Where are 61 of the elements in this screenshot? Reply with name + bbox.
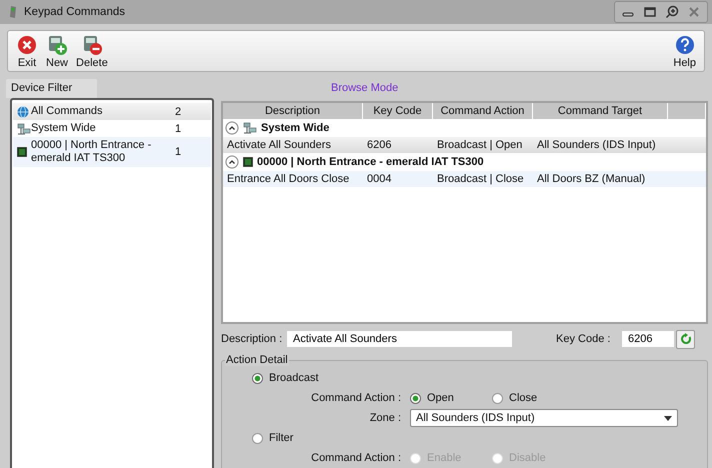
field-label: Command Action : [310, 392, 401, 404]
group-header: 00000 | North Entrance - emerald IAT TS300 [257, 156, 484, 168]
description-field[interactable]: Activate All Sounders [287, 331, 512, 348]
keypad-icon [17, 147, 27, 157]
table-cell-text: Broadcast | Close [436, 172, 525, 187]
refresh-button[interactable] [676, 330, 695, 349]
key-code-field[interactable]: 6206 [622, 331, 674, 348]
exit-icon [16, 34, 38, 56]
table-cell-text: All Sounders (IDS Input) [536, 138, 657, 153]
toolbar-button[interactable]: Exit [12, 32, 42, 70]
help-icon [674, 34, 696, 56]
radio-button[interactable]: Filter [252, 432, 294, 444]
network-icon [17, 122, 31, 134]
filter-count: 1 [175, 146, 182, 158]
table-cell-text: Entrance All Doors Close [226, 172, 350, 187]
filter-item[interactable]: System Wide 1 [13, 120, 211, 137]
mode-label: Browse Mode [331, 81, 398, 96]
filter-label: 00000 | North Entrance - emerald IAT TS300 [31, 139, 152, 165]
network-icon [243, 122, 257, 134]
refresh-icon [680, 333, 692, 346]
radio-button[interactable]: Open [410, 392, 492, 404]
radio-button[interactable]: Broadcast [252, 372, 319, 384]
zone-dropdown[interactable]: All Sounders (IDS Input) [410, 409, 678, 427]
keypad-plus-icon [46, 34, 68, 56]
collapse-toggle[interactable] [225, 155, 239, 169]
field-label: Command Action : [310, 452, 401, 464]
toolbar-button[interactable]: New [42, 32, 72, 70]
globe-icon [17, 106, 29, 118]
column-header[interactable]: Key Code [363, 103, 433, 119]
zoom-icon[interactable] [665, 5, 679, 19]
radio-button[interactable]: Close [492, 392, 574, 404]
window-title: Keypad Commands [24, 6, 125, 18]
field-label: Key Code : [556, 333, 612, 346]
column-header[interactable]: Command Target [533, 103, 668, 119]
group-header: System Wide [261, 122, 330, 134]
keypad-icon [243, 157, 253, 167]
toolbar-button[interactable]: Help [669, 32, 700, 70]
field-label: Zone : [368, 412, 401, 424]
table-cell-text: Activate All Sounders [226, 138, 332, 153]
table-cell-text: 0004 [366, 172, 392, 187]
table-cell-text: 6206 [366, 138, 392, 153]
filter-count: 1 [175, 122, 182, 134]
keypad-icon [8, 5, 18, 19]
group-title: Action Detail [225, 354, 289, 366]
table-row[interactable]: Entrance All Doors Close 0004 Broadcast | Close All Doors BZ (Manual) [223, 171, 706, 187]
filter-label: System Wide [31, 122, 97, 135]
column-header[interactable]: Command Action [433, 103, 533, 119]
panel-tab[interactable]: Device Filter [6, 79, 97, 98]
table-cell-text: Broadcast | Open [436, 138, 524, 153]
collapse-toggle[interactable] [225, 121, 239, 135]
field-label: Description : [221, 333, 284, 346]
maximize-icon[interactable] [643, 5, 657, 19]
dropdown-arrow-icon [664, 416, 672, 420]
filter-count: 2 [175, 106, 182, 118]
filter-item[interactable]: 00000 | North Entrance - emerald IAT TS300 1 [13, 137, 211, 167]
filter-label: All Commands [31, 105, 104, 118]
table-cell-text: All Doors BZ (Manual) [536, 172, 646, 187]
table-row[interactable]: Activate All Sounders 6206 Broadcast | Open All Sounders (IDS Input) [223, 137, 706, 153]
filter-item[interactable]: All Commands 2 [13, 103, 211, 120]
toolbar-button[interactable]: Delete [72, 32, 112, 70]
column-header[interactable]: Description [223, 103, 363, 119]
